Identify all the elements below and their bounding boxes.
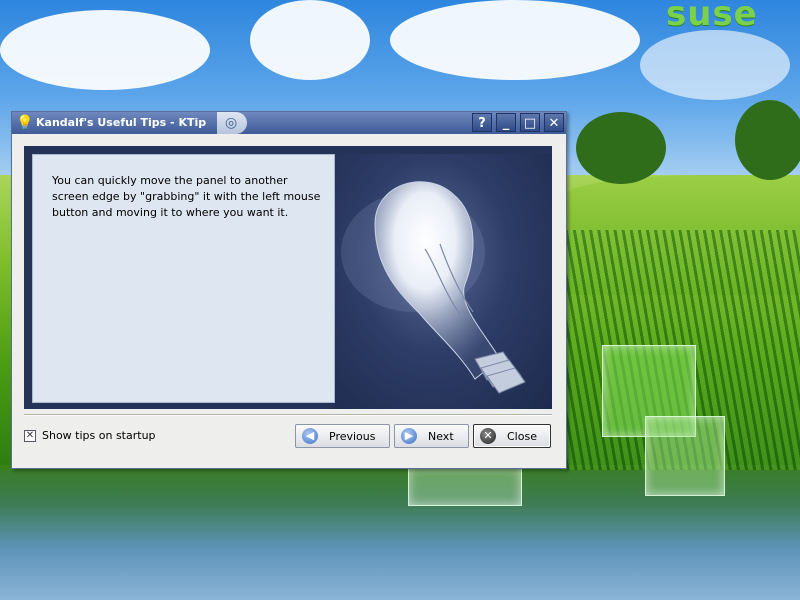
minimize-button[interactable]: _ [496,113,516,132]
cloud [250,0,370,80]
show-tips-checkbox[interactable]: ✕ [24,430,36,442]
ktip-window: 💡 Kandalf's Useful Tips - KTip ◎ ? _ □ ✕… [11,111,567,469]
suse-logo: suse [666,0,758,34]
cloud [390,0,640,80]
help-button[interactable]: ? [472,113,492,132]
lightbulb-illustration-icon [341,181,526,394]
lightbulb-image [335,154,552,409]
glass-tile [645,416,725,496]
tip-text: You can quickly move the panel to anothe… [52,174,321,219]
arrow-right-icon: ▶ [401,428,417,444]
show-tips-label: Show tips on startup [42,429,156,442]
separator [24,414,552,416]
arrow-left-icon: ◀ [302,428,318,444]
tip-panel: You can quickly move the panel to anothe… [32,154,335,403]
suse-chameleon-icon: ◎ [225,115,238,131]
cloud [640,30,790,100]
next-label: Next [428,430,454,443]
desktop-tree [576,112,666,184]
close-button[interactable]: ✕ Close [473,424,551,448]
desktop-tree [735,100,800,180]
glass-tile [408,466,522,506]
next-button[interactable]: ▶ Next [394,424,469,448]
cloud [0,10,210,90]
lightbulb-icon: 💡 [16,115,34,131]
previous-label: Previous [329,430,376,443]
maximize-button[interactable]: □ [520,113,540,132]
close-icon: ✕ [480,428,496,444]
close-label: Close [507,430,537,443]
previous-button[interactable]: ◀ Previous [295,424,390,448]
window-close-button[interactable]: ✕ [544,113,564,132]
window-title: Kandalf's Useful Tips - KTip [36,116,207,129]
window-titlebar[interactable]: 💡 Kandalf's Useful Tips - KTip ◎ ? _ □ ✕ [12,112,566,134]
